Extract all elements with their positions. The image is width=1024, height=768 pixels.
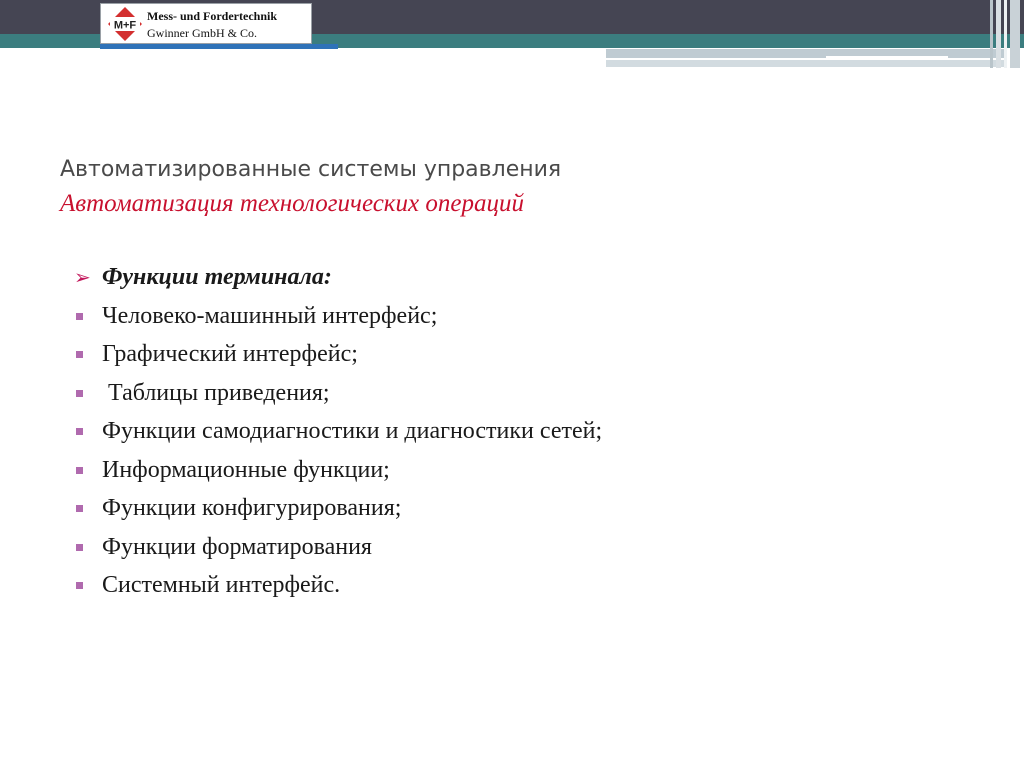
square-bullet-icon xyxy=(74,528,94,567)
list-item-text: Функции форматирования xyxy=(102,533,372,560)
company-legal-name: Gwinner GmbH & Co. xyxy=(147,26,257,40)
list-item-text: Информационные функции; xyxy=(102,456,390,483)
list-item: Таблицы приведения; xyxy=(74,374,602,413)
list-item: Информационные функции; xyxy=(74,451,602,490)
list-item-text: Функции конфигурирования; xyxy=(102,495,402,521)
list-item: Функции форматирования xyxy=(74,528,602,567)
list-heading-text: Функции терминала: xyxy=(102,264,332,290)
company-logo: M+F Mess- und Fordertechnik Gwinner GmbH… xyxy=(100,3,312,44)
slide-title: Автоматизированные системы управления xyxy=(60,157,562,182)
list-item-text: Системный интерфейс. xyxy=(102,572,341,598)
header-vertical-stripe xyxy=(1010,0,1020,68)
svg-text:M+F: M+F xyxy=(114,20,137,32)
terminal-functions-list: ➢ Функции терминала: Человеко-машинный и… xyxy=(74,258,602,605)
list-item-text: Функции самодиагностики и диагностики се… xyxy=(102,418,603,444)
arrow-bullet-icon: ➢ xyxy=(74,265,91,289)
list-item-text: Таблицы приведения; xyxy=(102,379,330,406)
header-vertical-stripe xyxy=(996,0,1001,68)
header-light-band-lower xyxy=(606,60,1006,67)
list-item: Системный интерфейс. xyxy=(74,566,602,605)
square-bullet-icon xyxy=(74,451,94,490)
header-blue-accent xyxy=(100,44,338,49)
company-name: Mess- und Fordertechnik xyxy=(147,9,277,23)
square-bullet-icon xyxy=(74,335,94,374)
square-bullet-icon xyxy=(74,566,94,605)
header-vertical-stripe xyxy=(1004,0,1007,68)
list-item: Функции самодиагностики и диагностики се… xyxy=(74,412,602,451)
list-item-text: Человеко-машинный интерфейс; xyxy=(102,302,438,329)
square-bullet-icon xyxy=(74,489,94,528)
mf-logo-icon: M+F xyxy=(108,7,142,41)
square-bullet-icon xyxy=(74,412,94,451)
list-item: Человеко-машинный интерфейс; xyxy=(74,297,602,336)
square-bullet-icon xyxy=(74,297,94,336)
square-bullet-icon xyxy=(74,374,94,413)
list-item: Функции конфигурирования; xyxy=(74,489,602,528)
list-item-text: Графический интерфейс; xyxy=(102,341,358,367)
header-white-line xyxy=(826,56,948,58)
list-item: Графический интерфейс; xyxy=(74,335,602,374)
slide-subtitle: Автоматизация технологических операций xyxy=(60,190,524,217)
list-heading: ➢ Функции терминала: xyxy=(74,258,602,297)
header-vertical-stripe xyxy=(990,0,993,68)
